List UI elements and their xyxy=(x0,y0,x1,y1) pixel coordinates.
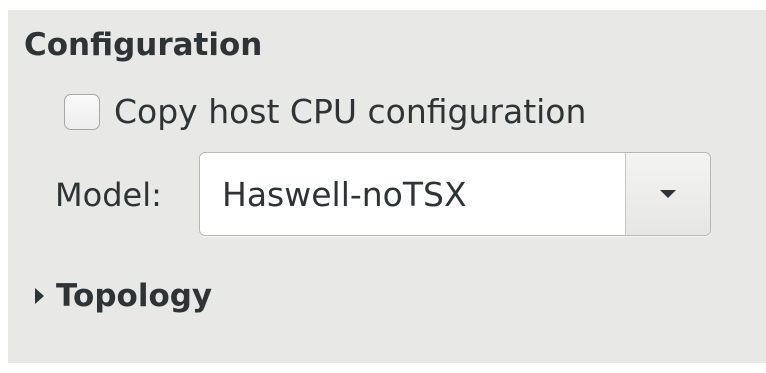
copy-host-cpu-checkbox[interactable] xyxy=(64,94,100,130)
chevron-down-icon xyxy=(660,190,676,198)
model-combobox[interactable]: Haswell-noTSX xyxy=(199,152,711,236)
copy-host-cpu-checkbox-row[interactable]: Copy host CPU configuration xyxy=(64,90,586,134)
copy-host-cpu-label[interactable]: Copy host CPU configuration xyxy=(114,90,586,134)
model-dropdown-button[interactable] xyxy=(625,153,710,235)
expander-arrow-icon xyxy=(35,288,44,304)
section-title: Configuration xyxy=(24,27,263,63)
topology-expander[interactable]: Topology xyxy=(35,274,212,318)
topology-label[interactable]: Topology xyxy=(56,274,212,318)
cpu-configuration-panel: Configuration Copy host CPU configuratio… xyxy=(8,10,766,363)
model-entry[interactable]: Haswell-noTSX xyxy=(200,153,625,235)
model-label: Model: xyxy=(55,176,162,214)
